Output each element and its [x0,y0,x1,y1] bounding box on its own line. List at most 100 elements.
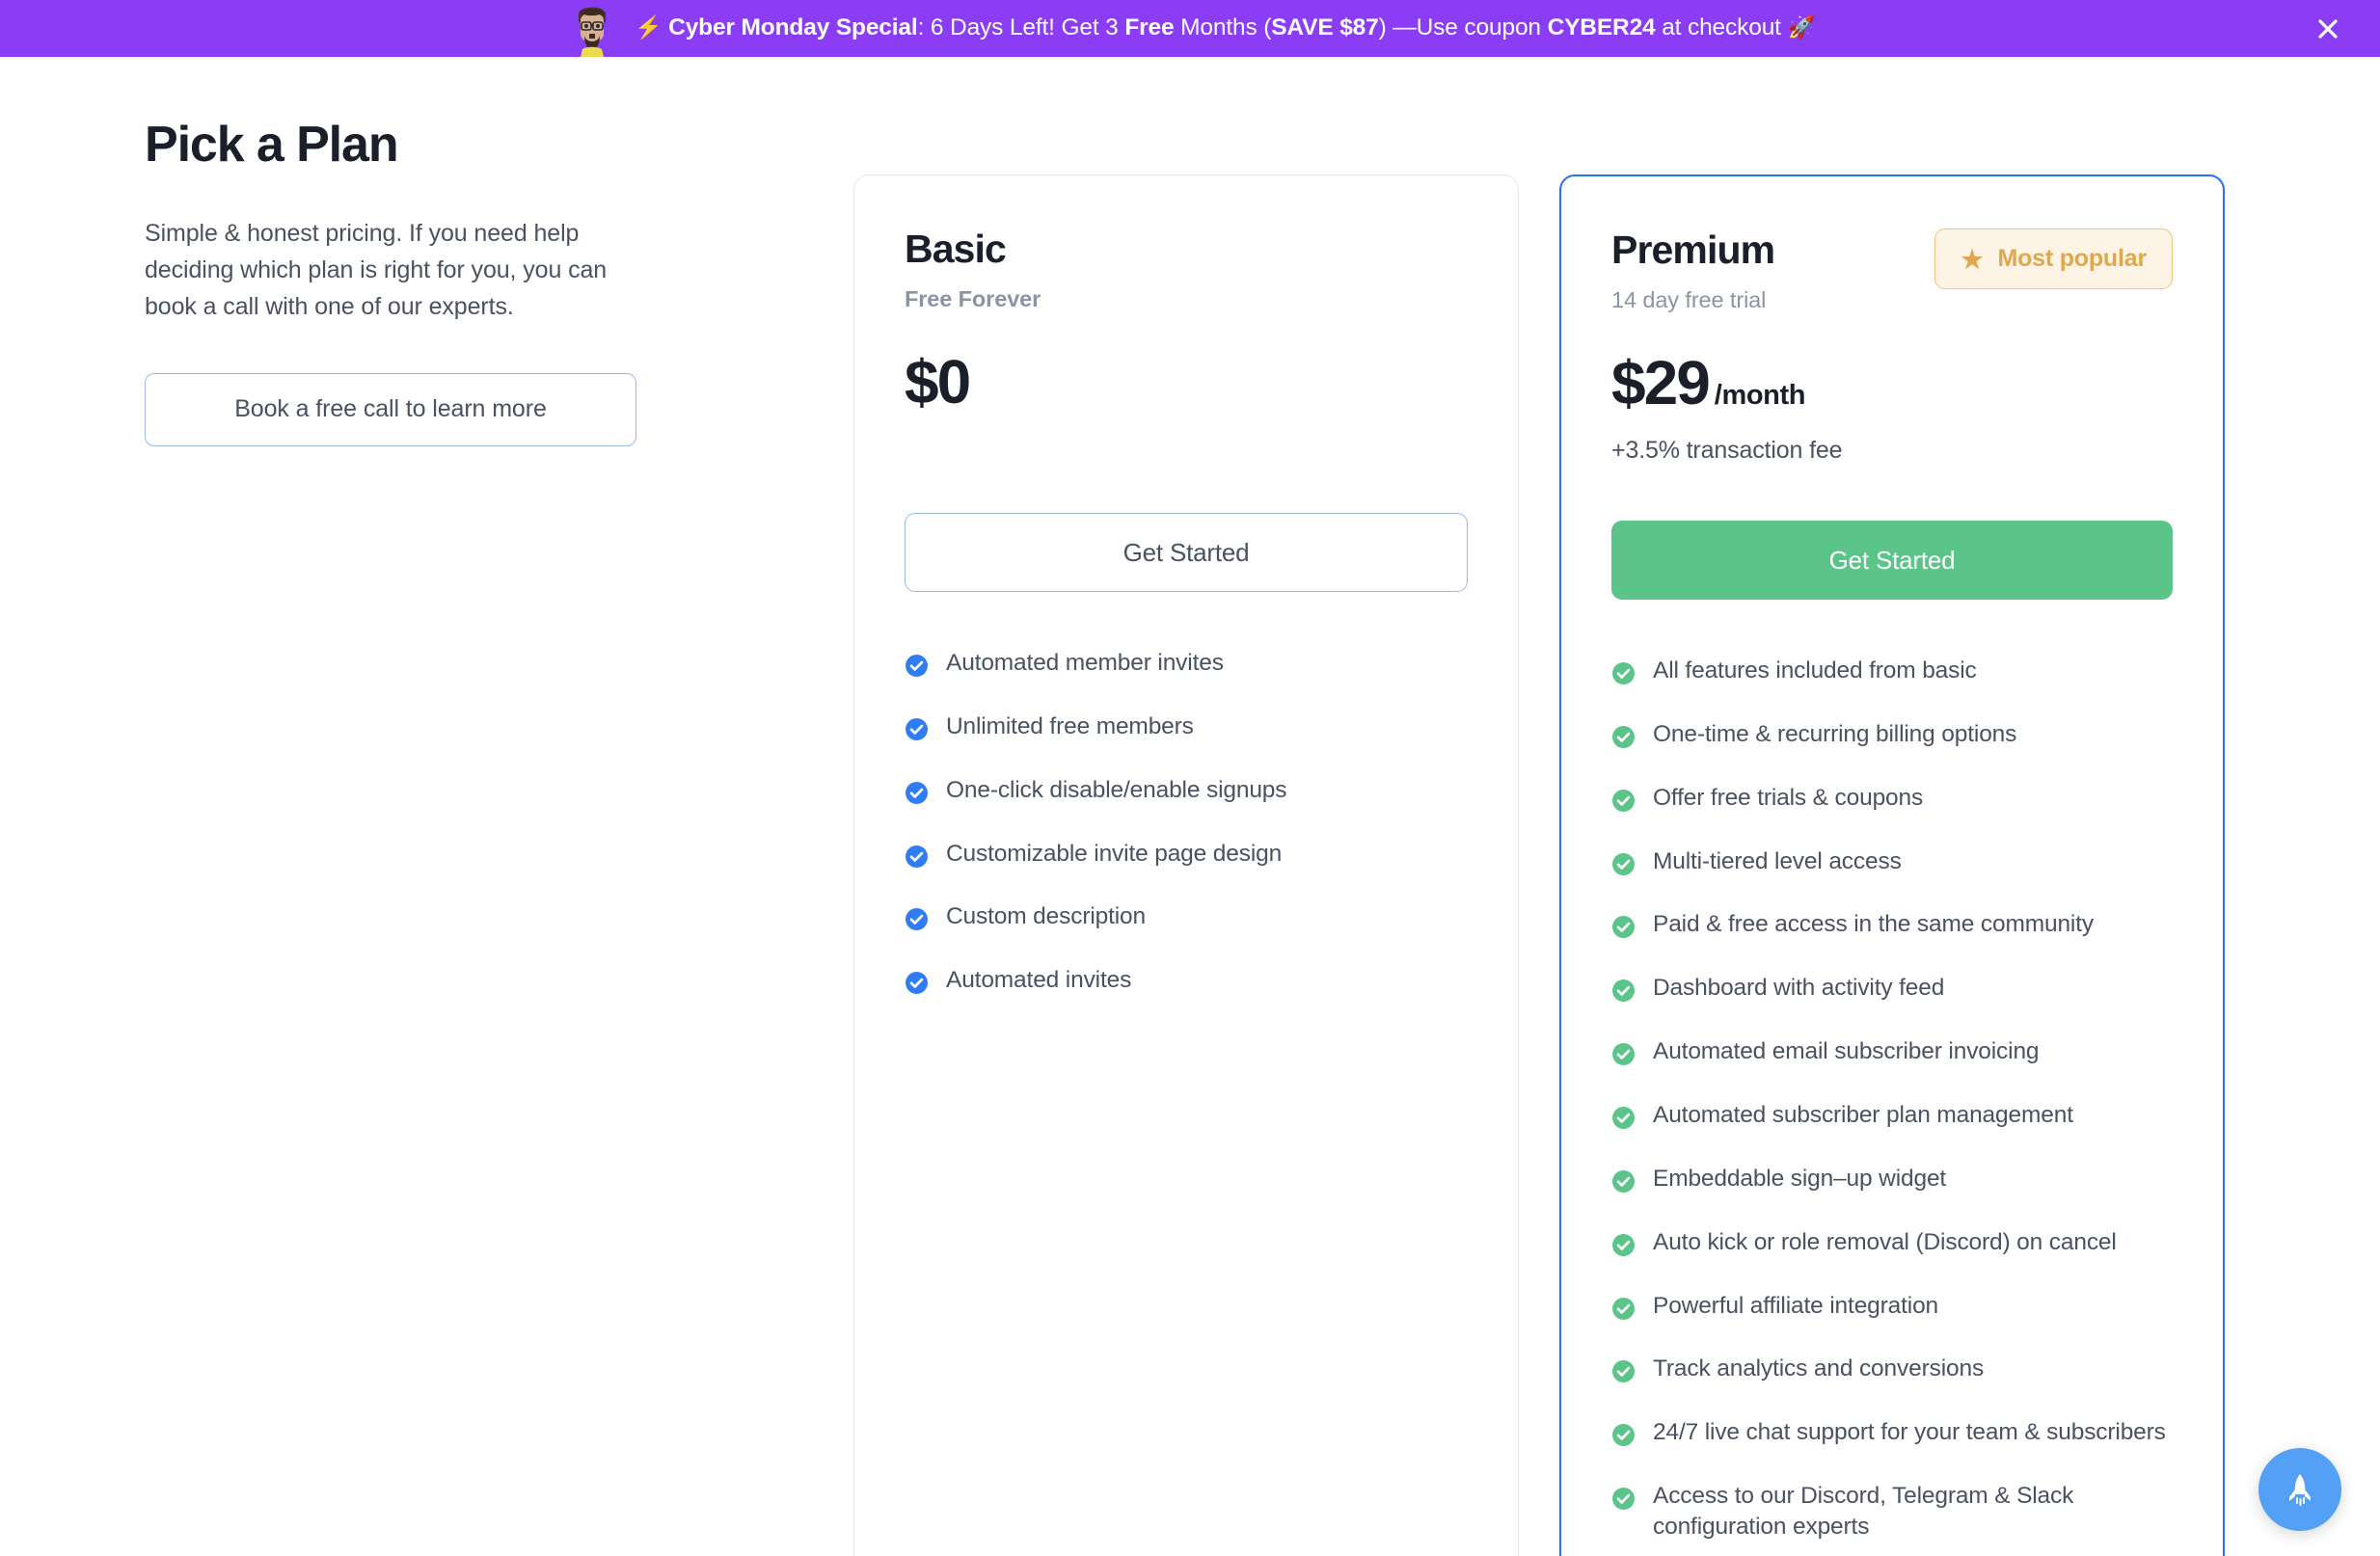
check-circle-icon [905,717,929,741]
check-circle-icon [905,971,929,995]
premium-plan-subtitle: 14 day free trial [1611,287,1774,313]
feature-label: Paid & free access in the same community [1653,909,2094,940]
promo-banner-content: ⚡ Cyber Monday Special: 6 Days Left! Get… [565,1,1815,57]
rocket-emoji-icon: 🚀 [1788,14,1816,40]
feature-item: One-click disable/enable signups [905,775,1468,806]
feature-label: Automated subscriber plan management [1653,1100,2073,1131]
feature-label: Embeddable sign–up widget [1653,1164,1946,1194]
feature-label: One-click disable/enable signups [946,775,1286,806]
basic-price-row: $0 [905,351,1468,413]
feature-item: Automated email subscriber invoicing [1611,1036,2173,1067]
check-circle-icon [1611,852,1636,876]
feature-item: Powerful affiliate integration [1611,1291,2173,1322]
feature-label: Unlimited free members [946,711,1194,742]
pricing-page: Pick a Plan Simple & honest pricing. If … [0,57,2380,1556]
basic-get-started-button[interactable]: Get Started [905,513,1468,592]
promo-banner-text: ⚡ Cyber Monday Special: 6 Days Left! Get… [635,16,1815,40]
premium-price-note: +3.5% transaction fee [1611,437,2173,465]
basic-plan-subtitle: Free Forever [905,286,1041,312]
feature-item: Custom description [905,901,1468,932]
promo-text-1: : 6 Days Left! Get 3 [918,14,1125,40]
basic-plan-name: Basic [905,228,1041,271]
feature-item: Embeddable sign–up widget [1611,1164,2173,1194]
feature-label: Automated member invites [946,648,1224,679]
feature-label: 24/7 live chat support for your team & s… [1653,1417,2166,1448]
plan-card-basic: Basic Free Forever $0 Get Started Automa… [853,174,1519,1556]
user-avatar-bitmoji-icon [565,1,619,57]
premium-plan-name: Premium [1611,228,1774,272]
feature-label: Auto kick or role removal (Discord) on c… [1653,1227,2117,1258]
premium-get-started-button[interactable]: Get Started [1611,521,2173,600]
premium-price-amount: $29 [1611,352,1709,414]
most-popular-badge[interactable]: ★ Most popular [1934,228,2173,289]
feature-item: Automated invites [905,965,1468,996]
check-circle-icon [905,907,929,931]
feature-label: Automated email subscriber invoicing [1653,1036,2039,1067]
check-circle-icon [1611,1169,1636,1194]
book-call-button[interactable]: Book a free call to learn more [145,373,636,446]
check-circle-icon [1611,1233,1636,1257]
check-circle-icon [1611,979,1636,1003]
premium-price-row: $29 /month [1611,352,2173,414]
check-circle-icon [1611,1042,1636,1066]
promo-text-4: at checkout [1656,14,1788,40]
basic-header: Basic Free Forever [905,228,1468,312]
promo-bold-3: SAVE $87 [1271,14,1378,40]
check-circle-icon [1611,1297,1636,1321]
feature-label: Automated invites [946,965,1131,996]
feature-item: Customizable invite page design [905,839,1468,870]
feature-item: Automated subscriber plan management [1611,1100,2173,1131]
basic-price-amount: $0 [905,351,969,413]
feature-label: Multi-tiered level access [1653,846,1902,877]
premium-price-period: /month [1715,380,1805,412]
premium-header: Premium 14 day free trial ★ Most popular [1611,228,2173,313]
feature-label: Powerful affiliate integration [1653,1291,1938,1322]
check-circle-icon [905,781,929,805]
feature-item: Multi-tiered level access [1611,846,2173,877]
feature-item: 24/7 live chat support for your team & s… [1611,1417,2173,1448]
feature-item: One-time & recurring billing options [1611,719,2173,750]
feature-item: Access to our Discord, Telegram & Slack … [1611,1481,2173,1543]
basic-cta-wrap: Get Started [905,513,1468,592]
feature-item: Dashboard with activity feed [1611,973,2173,1004]
most-popular-label: Most popular [1997,245,2147,273]
promo-bold-4: CYBER24 [1548,14,1656,40]
check-circle-icon [1611,789,1636,813]
check-circle-icon [1611,1359,1636,1383]
check-circle-icon [1611,1487,1636,1511]
feature-item: Auto kick or role removal (Discord) on c… [1611,1227,2173,1258]
check-circle-icon [905,654,929,678]
check-circle-icon [1611,915,1636,939]
promo-banner: ⚡ Cyber Monday Special: 6 Days Left! Get… [0,0,2380,57]
feature-item: Paid & free access in the same community [1611,909,2173,940]
feature-label: Track analytics and conversions [1653,1354,1984,1384]
intro-column: Pick a Plan Simple & honest pricing. If … [145,117,665,446]
lightning-icon: ⚡ [635,14,663,40]
feature-label: Offer free trials & coupons [1653,783,1923,814]
premium-feature-list: All features included from basic One-time… [1611,656,2173,1556]
page-description: Simple & honest pricing. If you need hel… [145,215,622,325]
feature-item: All features included from basic [1611,656,2173,686]
feature-label: One-time & recurring billing options [1653,719,2016,750]
feature-item: Offer free trials & coupons [1611,783,2173,814]
promo-text-3: ) —Use coupon [1379,14,1548,40]
feature-item: Automated member invites [905,648,1468,679]
feature-label: Customizable invite page design [946,839,1282,870]
feature-label: All features included from basic [1653,656,1977,686]
promo-bold-2: Free [1124,14,1174,40]
feature-label: Custom description [946,901,1146,932]
check-circle-icon [905,845,929,869]
check-circle-icon [1611,1423,1636,1447]
feature-item: Track analytics and conversions [1611,1354,2173,1384]
rocket-icon [2280,1469,2320,1510]
star-icon: ★ [1961,247,1983,272]
page-title: Pick a Plan [145,117,665,174]
feature-label: Access to our Discord, Telegram & Slack … [1653,1481,2173,1543]
check-circle-icon [1611,661,1636,685]
check-circle-icon [1611,725,1636,749]
promo-bold-1: Cyber Monday Special [668,14,917,40]
chat-launcher-button[interactable] [2258,1448,2341,1531]
close-icon[interactable] [2311,12,2345,46]
check-circle-icon [1611,1106,1636,1130]
plan-card-premium: Premium 14 day free trial ★ Most popular… [1559,174,2225,1556]
